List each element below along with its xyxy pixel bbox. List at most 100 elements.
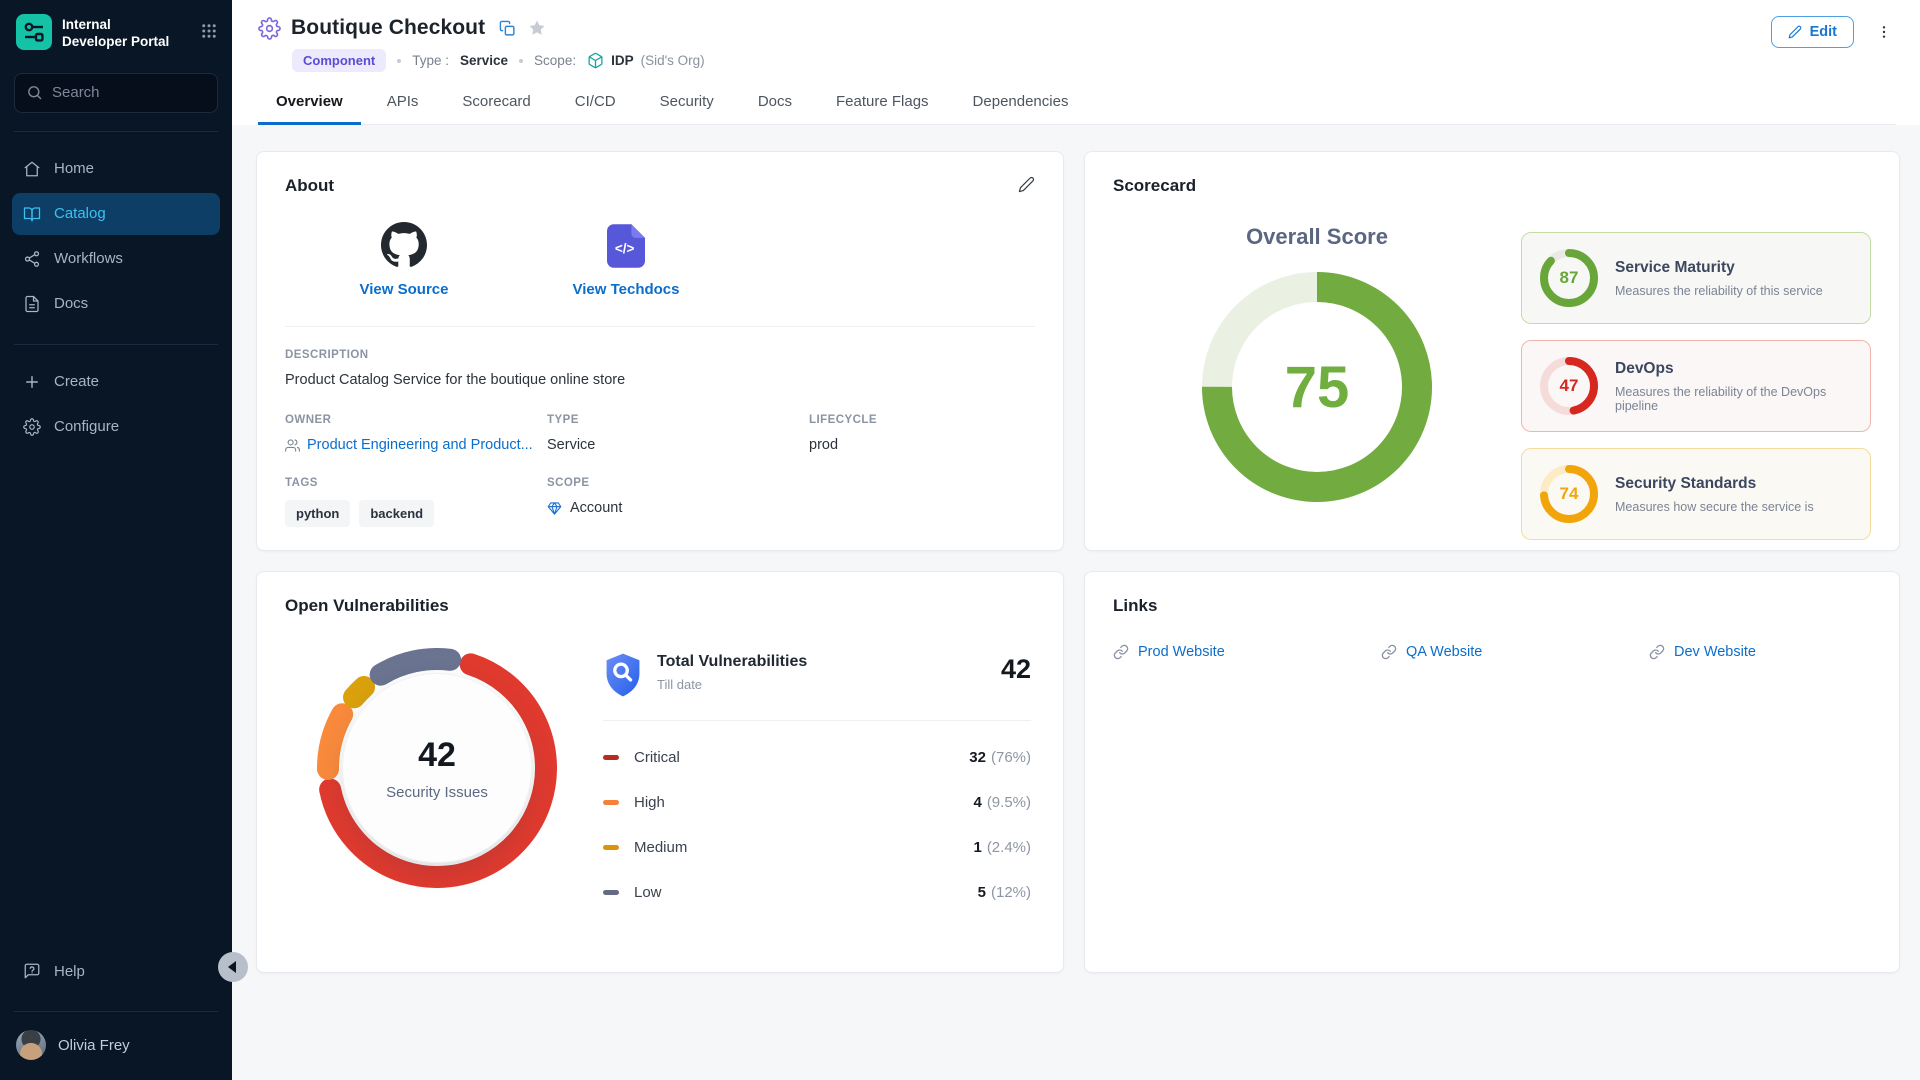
tab-feature-flags[interactable]: Feature Flags xyxy=(818,81,947,125)
sidebar-item-label: Create xyxy=(54,373,99,390)
tags-label: TAGS xyxy=(285,477,547,489)
search-icon xyxy=(26,84,43,101)
tab-scorecard[interactable]: Scorecard xyxy=(444,81,548,125)
sidebar-item-label: Catalog xyxy=(54,205,106,222)
scorecard-card: Scorecard Overall Score 75 87 xyxy=(1084,151,1900,551)
scope-value-text: Account xyxy=(570,500,622,516)
tab-cicd[interactable]: CI/CD xyxy=(557,81,634,125)
more-options-kebab-icon[interactable] xyxy=(1872,20,1896,44)
owner-link[interactable]: Product Engineering and Product... xyxy=(285,437,547,453)
legend-label: Medium xyxy=(634,839,687,856)
svg-text:</>: </> xyxy=(615,241,635,256)
favorite-star-icon[interactable] xyxy=(528,19,546,37)
description-value: Product Catalog Service for the boutique… xyxy=(285,372,1035,388)
medium-dash-swatch xyxy=(603,845,619,850)
view-source-link[interactable]: View Source xyxy=(329,222,479,298)
legend-percent: (9.5%) xyxy=(987,794,1031,811)
edit-button-label: Edit xyxy=(1810,24,1837,40)
sidebar-item-catalog[interactable]: Catalog xyxy=(12,193,220,235)
owner-label: OWNER xyxy=(285,414,547,426)
sidebar-item-workflows[interactable]: Workflows xyxy=(12,238,220,280)
chevron-left-icon xyxy=(228,961,236,973)
app-switcher-icon[interactable] xyxy=(200,14,218,40)
overall-score-value: 75 xyxy=(1285,354,1350,421)
users-icon xyxy=(285,438,300,453)
tab-bar: Overview APIs Scorecard CI/CD Security D… xyxy=(258,81,1896,125)
edit-about-pencil-icon[interactable] xyxy=(1018,176,1035,193)
total-vulnerabilities-subtitle: Till date xyxy=(657,677,807,692)
bullet-separator xyxy=(397,59,401,63)
tag-pill[interactable]: python xyxy=(285,500,350,527)
book-icon xyxy=(23,205,41,223)
score-name: Service Maturity xyxy=(1615,259,1823,277)
vulnerability-legend: Critical 32(76%) High 4(9.5%) Medium 1(2… xyxy=(603,735,1031,915)
security-standards-donut: 74 xyxy=(1540,465,1598,523)
sidebar-item-label: Workflows xyxy=(54,250,123,267)
owner-field: OWNER Product Engineering and Product... xyxy=(285,414,547,453)
github-icon xyxy=(381,222,427,268)
legend-label: Critical xyxy=(634,749,680,766)
legend-percent: (76%) xyxy=(991,749,1031,766)
tab-dependencies[interactable]: Dependencies xyxy=(955,81,1087,125)
tab-apis[interactable]: APIs xyxy=(369,81,437,125)
pencil-icon xyxy=(1788,25,1802,39)
score-item-devops[interactable]: 47 DevOps Measures the reliability of th… xyxy=(1521,340,1871,432)
service-maturity-donut: 87 xyxy=(1540,249,1598,307)
sidebar: Internal Developer Portal Home Catalog W… xyxy=(0,0,232,1080)
search-input[interactable] xyxy=(52,84,206,101)
dev-website-link[interactable]: Dev Website xyxy=(1649,644,1871,660)
sidebar-item-label: Help xyxy=(54,963,85,980)
legend-row-critical: Critical 32 (76%) xyxy=(603,735,1031,780)
about-card: About View Source </> View Techdocs xyxy=(256,151,1064,551)
sidebar-item-help[interactable]: Help xyxy=(12,950,220,992)
sidebar-item-label: Docs xyxy=(54,295,88,312)
sidebar-item-home[interactable]: Home xyxy=(12,148,220,190)
avatar xyxy=(16,1030,46,1060)
score-name: Security Standards xyxy=(1615,475,1814,493)
legend-row-medium: Medium 1(2.4%) xyxy=(603,825,1031,870)
prod-website-link[interactable]: Prod Website xyxy=(1113,644,1381,660)
view-techdocs-link[interactable]: </> View Techdocs xyxy=(551,222,701,298)
sidebar-divider xyxy=(14,344,218,345)
score-value: 87 xyxy=(1560,268,1579,288)
sidebar-item-docs[interactable]: Docs xyxy=(12,283,220,325)
tab-docs[interactable]: Docs xyxy=(740,81,810,125)
score-item-service-maturity[interactable]: 87 Service Maturity Measures the reliabi… xyxy=(1521,232,1871,324)
lifecycle-field: LIFECYCLE prod xyxy=(809,414,1035,453)
score-value: 47 xyxy=(1560,376,1579,396)
view-source-label: View Source xyxy=(360,281,449,298)
sidebar-item-create[interactable]: Create xyxy=(12,361,220,403)
about-title: About xyxy=(285,176,334,196)
score-item-security-standards[interactable]: 74 Security Standards Measures how secur… xyxy=(1521,448,1871,540)
total-vulnerabilities-value: 42 xyxy=(1001,652,1031,685)
legend-label: Low xyxy=(634,884,662,901)
sidebar-item-label: Configure xyxy=(54,418,119,435)
scope-value: IDP xyxy=(611,53,634,68)
security-issues-count: 42 xyxy=(418,736,456,775)
document-icon xyxy=(23,295,41,313)
copy-icon[interactable] xyxy=(499,20,516,37)
scope-label: SCOPE xyxy=(547,477,809,489)
edit-button[interactable]: Edit xyxy=(1771,16,1854,48)
legend-row-low: Low 5(12%) xyxy=(603,870,1031,915)
sidebar-divider xyxy=(14,131,218,132)
sidebar-item-configure[interactable]: Configure xyxy=(12,406,220,448)
total-vulnerabilities-title: Total Vulnerabilities xyxy=(657,653,807,671)
user-menu[interactable]: Olivia Frey xyxy=(0,1018,232,1080)
score-description: Measures the reliability of this service xyxy=(1615,284,1823,298)
bullet-separator xyxy=(519,59,523,63)
overall-score-donut: 75 xyxy=(1202,272,1432,502)
sidebar-actions: Create Configure xyxy=(0,361,232,451)
legend-value: 32 xyxy=(969,749,986,766)
qa-website-link[interactable]: QA Website xyxy=(1381,644,1649,660)
sidebar-collapse-button[interactable] xyxy=(218,952,248,982)
overall-score-block: Overall Score 75 xyxy=(1113,202,1521,540)
tab-overview[interactable]: Overview xyxy=(258,81,361,125)
tab-security[interactable]: Security xyxy=(642,81,732,125)
scope-label: Scope: xyxy=(534,53,576,68)
security-issues-label: Security Issues xyxy=(386,784,488,801)
app-logo xyxy=(16,14,52,50)
app-title: Internal Developer Portal xyxy=(62,14,190,51)
tag-pill[interactable]: backend xyxy=(359,500,434,527)
search-box[interactable] xyxy=(14,73,218,113)
